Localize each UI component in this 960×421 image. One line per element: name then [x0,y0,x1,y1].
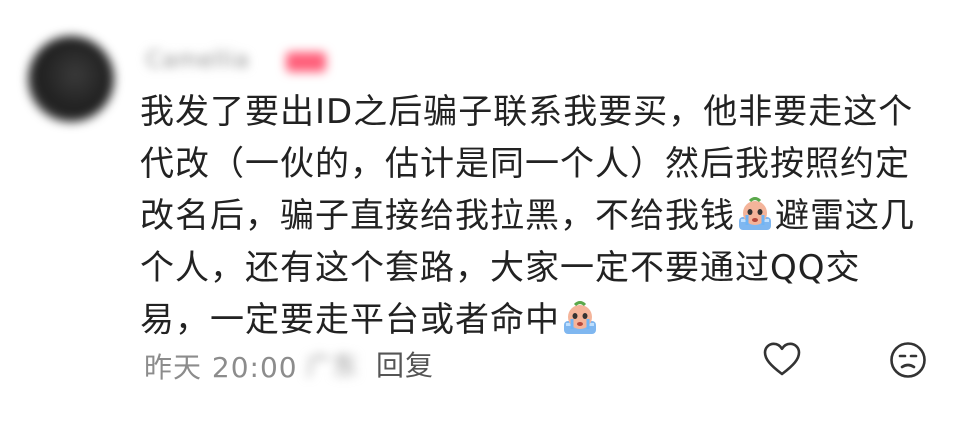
author-badge: 作者 [286,52,326,72]
heart-outline-icon[interactable] [762,340,802,380]
crying-face-emoji [736,195,774,233]
sad-face-icon[interactable] [888,340,928,380]
username[interactable]: Camellia [146,48,250,73]
timestamp: 昨天 20:00 [144,351,298,384]
avatar[interactable] [28,36,114,122]
comment-item: Camellia 作者 我发了要出ID之后骗子联系我要买，他非要走这个代改（一伙… [0,0,960,421]
comment-meta: 昨天 20:00 广东 回复 [144,338,934,384]
location: 广东 [306,352,359,382]
crying-face-emoji [561,299,599,337]
reply-button[interactable]: 回复 [376,344,434,384]
comment-body: 我发了要出ID之后骗子联系我要买，他非要走这个代改（一伙的，估计是同一个人）然后… [140,86,930,346]
